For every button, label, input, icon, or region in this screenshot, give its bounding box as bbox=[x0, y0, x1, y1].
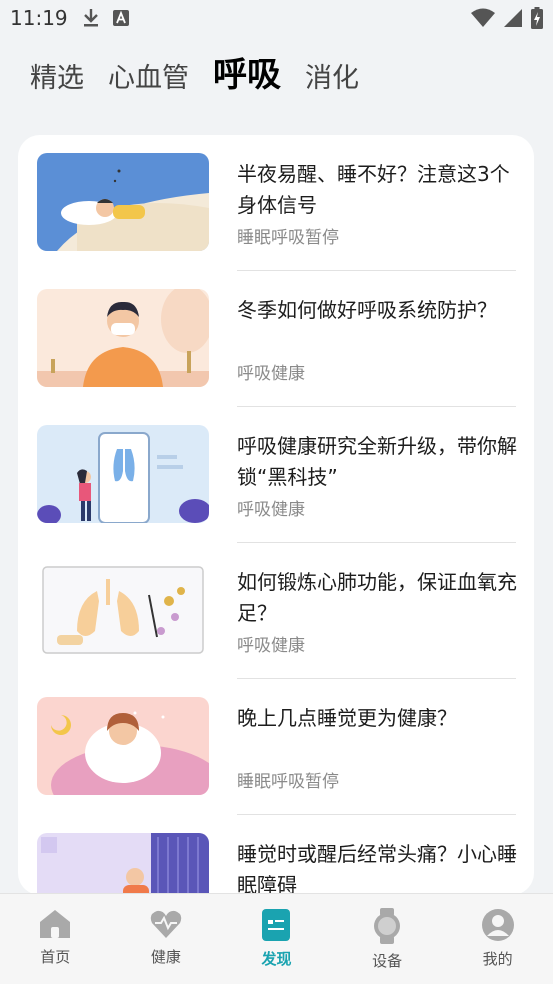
tab-digestion[interactable]: 消化 bbox=[305, 65, 359, 92]
download-icon bbox=[83, 9, 98, 27]
status-bar: 11:19 bbox=[0, 0, 553, 36]
heart-pulse-icon bbox=[150, 910, 182, 938]
tab-featured[interactable]: 精选 bbox=[30, 65, 84, 92]
wifi-icon bbox=[471, 8, 495, 27]
tab-cardiovascular[interactable]: 心血管 bbox=[108, 65, 189, 92]
nav-label: 首页 bbox=[40, 948, 71, 966]
article-thumbnail bbox=[37, 153, 209, 251]
article-thumbnail bbox=[37, 561, 209, 659]
article-tag: 呼吸健康 bbox=[237, 500, 305, 520]
watch-icon bbox=[374, 908, 401, 944]
battery-charging-icon bbox=[531, 7, 543, 29]
article-title: 冬季如何做好呼吸系统防护？ bbox=[237, 298, 497, 322]
list-item[interactable]: 睡觉时或醒后经常头痛？小心睡眠障碍 bbox=[18, 815, 534, 895]
nav-health[interactable]: 健康 bbox=[111, 894, 222, 984]
text-input-icon bbox=[112, 10, 129, 26]
article-tag: 呼吸健康 bbox=[237, 364, 305, 384]
article-list: 半夜易醒、睡不好？注意这3个身体信号 睡眠呼吸暂停 冬季如何做好呼吸系统防护？ … bbox=[18, 135, 534, 895]
nav-home[interactable]: 首页 bbox=[0, 894, 111, 984]
nav-label: 发现 bbox=[261, 950, 292, 968]
category-tabs: 精选 心血管 呼吸 消化 bbox=[30, 58, 359, 92]
bottom-navigation: 首页 健康 发现 设备 我的 bbox=[0, 893, 553, 984]
article-thumbnail bbox=[37, 697, 209, 795]
nav-label: 我的 bbox=[482, 950, 513, 968]
article-thumbnail bbox=[37, 425, 209, 523]
article-title: 半夜易醒、睡不好？注意这3个身体信号 bbox=[237, 162, 510, 217]
tab-respiratory[interactable]: 呼吸 bbox=[213, 58, 281, 92]
discover-icon bbox=[262, 909, 291, 941]
signal-icon bbox=[504, 9, 522, 27]
nav-label: 健康 bbox=[150, 948, 181, 966]
article-thumbnail bbox=[37, 833, 209, 895]
article-title: 睡觉时或醒后经常头痛？小心睡眠障碍 bbox=[237, 842, 517, 895]
list-item[interactable]: 呼吸健康研究全新升级，带你解锁“黑科技” 呼吸健康 bbox=[18, 407, 534, 543]
list-item[interactable]: 晚上几点睡觉更为健康？ 睡眠呼吸暂停 bbox=[18, 679, 534, 815]
article-tag: 呼吸健康 bbox=[237, 636, 305, 656]
nav-devices[interactable]: 设备 bbox=[332, 894, 443, 984]
article-thumbnail bbox=[37, 289, 209, 387]
article-title: 呼吸健康研究全新升级，带你解锁“黑科技” bbox=[237, 434, 517, 489]
nav-me[interactable]: 我的 bbox=[442, 894, 553, 984]
status-time: 11:19 bbox=[10, 6, 68, 30]
list-item[interactable]: 半夜易醒、睡不好？注意这3个身体信号 睡眠呼吸暂停 bbox=[18, 135, 534, 271]
article-title: 如何锻炼心肺功能，保证血氧充足？ bbox=[237, 570, 517, 625]
article-tag: 睡眠呼吸暂停 bbox=[237, 228, 339, 248]
list-item[interactable]: 如何锻炼心肺功能，保证血氧充足？ 呼吸健康 bbox=[18, 543, 534, 679]
article-tag: 睡眠呼吸暂停 bbox=[237, 772, 339, 792]
nav-discover[interactable]: 发现 bbox=[221, 894, 332, 984]
article-title: 晚上几点睡觉更为健康？ bbox=[237, 706, 457, 730]
home-icon bbox=[40, 910, 71, 938]
nav-label: 设备 bbox=[372, 952, 403, 970]
list-item[interactable]: 冬季如何做好呼吸系统防护？ 呼吸健康 bbox=[18, 271, 534, 407]
user-avatar-icon bbox=[481, 909, 514, 941]
